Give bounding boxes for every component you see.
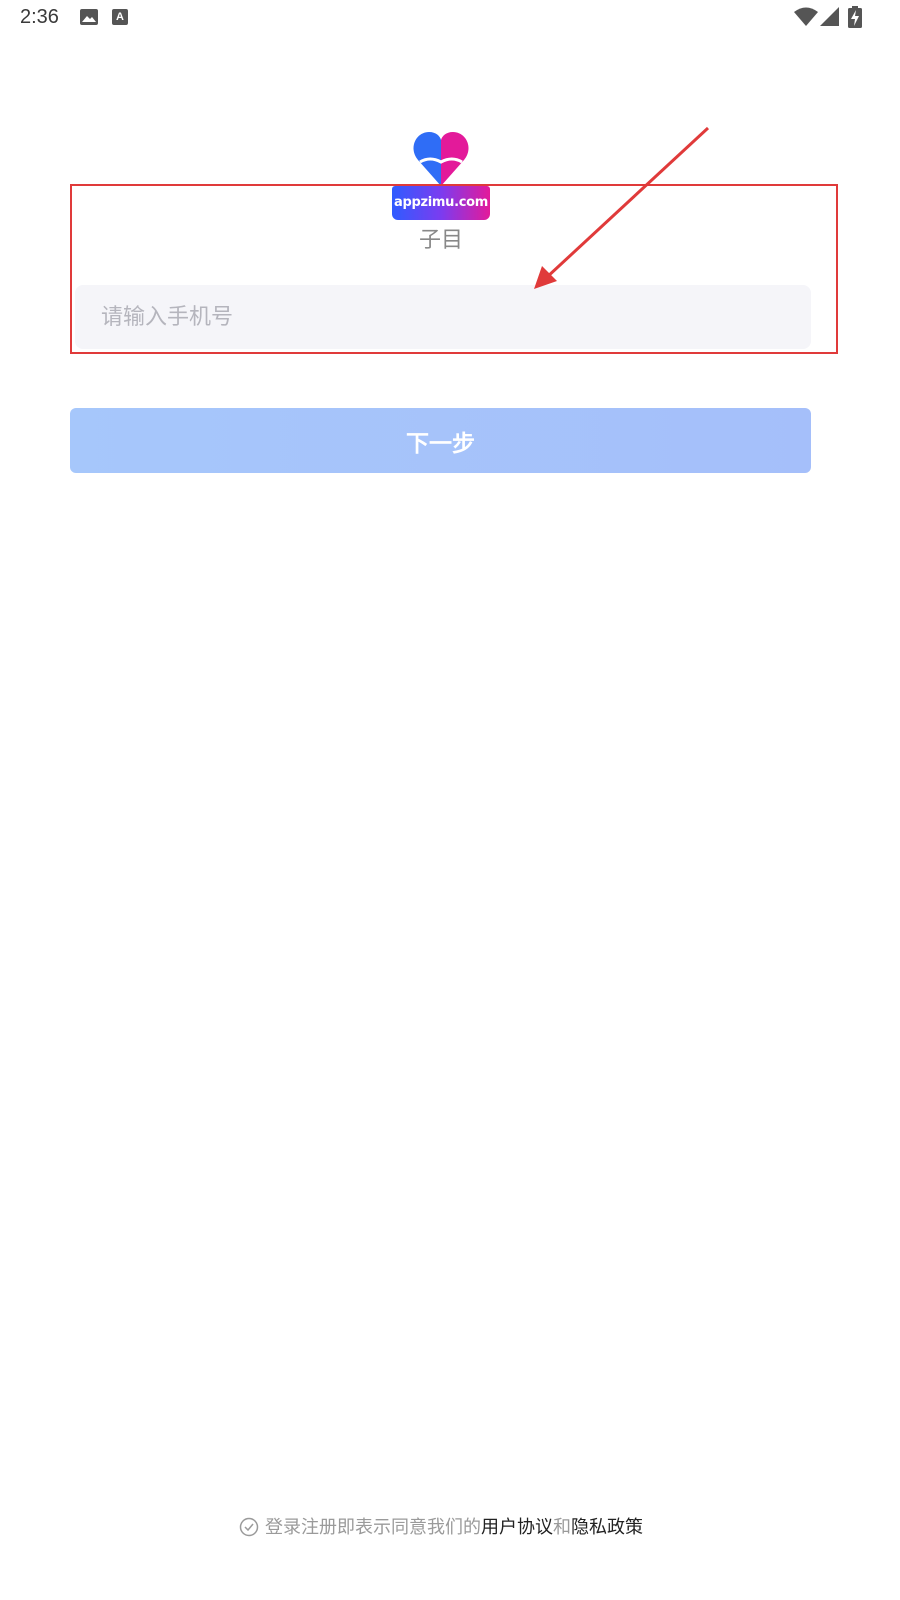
image-icon <box>80 9 98 25</box>
logo-banner: appzimu.com <box>392 186 490 220</box>
status-time: 2:36 <box>20 6 59 28</box>
agreement-text: 登录注册即表示同意我们的用户协议和隐私政策 <box>0 1513 882 1539</box>
agreement-checkbox-icon[interactable] <box>239 1517 259 1537</box>
user-agreement-link[interactable]: 用户协议 <box>481 1517 553 1538</box>
wifi-icon <box>794 7 818 26</box>
battery-charging-icon <box>848 6 862 28</box>
next-step-button[interactable]: 下一步 <box>70 408 811 473</box>
privacy-policy-link[interactable]: 隐私政策 <box>571 1517 643 1538</box>
status-bar: 2:36 A <box>0 0 900 38</box>
a-notification-icon: A <box>112 9 128 25</box>
phone-number-input[interactable] <box>75 285 811 349</box>
signal-icon <box>820 7 839 26</box>
heart-logo-icon <box>413 132 469 186</box>
app-name: 子目 <box>418 228 463 253</box>
annotation-arrow-icon <box>534 126 710 289</box>
agreement-prefix: 登录注册即表示同意我们的 <box>265 1517 481 1538</box>
login-screen: 2:36 A appzimu.com 子目 请输入手机号 下一步 登录注册即表示… <box>0 0 900 1600</box>
app-logo: appzimu.com <box>392 130 490 222</box>
agreement-conjunction: 和 <box>553 1517 571 1538</box>
